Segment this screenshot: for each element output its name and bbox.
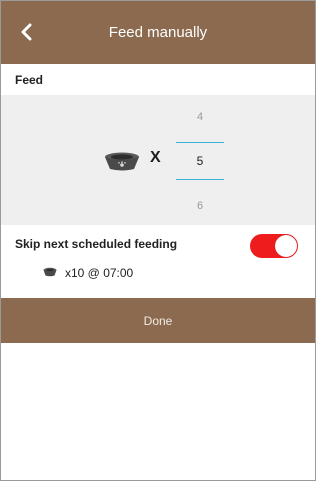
skip-feeding-row: Skip next scheduled feeding bbox=[1, 229, 315, 261]
app-screen: Feed manually Feed X 4 5 6 Skip next sch… bbox=[0, 0, 316, 481]
food-bowl-icon bbox=[43, 267, 57, 277]
chevron-left-icon bbox=[21, 23, 32, 41]
food-bowl-icon bbox=[105, 152, 139, 171]
feed-label: Feed bbox=[15, 72, 44, 87]
portion-option-above[interactable]: 4 bbox=[176, 111, 224, 123]
portion-picker-area: X 4 5 6 bbox=[1, 95, 315, 225]
portion-option-below[interactable]: 6 bbox=[176, 200, 224, 212]
done-button[interactable]: Done bbox=[1, 298, 315, 343]
skip-feeding-toggle[interactable] bbox=[250, 234, 298, 258]
multiply-sign: X bbox=[150, 149, 161, 166]
back-button[interactable] bbox=[15, 21, 37, 43]
skip-feeding-label: Skip next scheduled feeding bbox=[15, 237, 178, 251]
app-header: Feed manually bbox=[1, 1, 315, 64]
next-schedule-row: x10 @ 07:00 bbox=[1, 263, 315, 285]
picker-divider-top bbox=[176, 142, 224, 143]
picker-divider-bottom bbox=[176, 179, 224, 180]
page-title: Feed manually bbox=[108, 24, 208, 41]
feed-section-header: Feed bbox=[1, 64, 315, 95]
next-schedule-text: x10 @ 07:00 bbox=[65, 266, 134, 280]
toggle-knob bbox=[275, 235, 297, 257]
portion-selected-value[interactable]: 5 bbox=[176, 154, 224, 168]
done-button-label: Done bbox=[143, 313, 173, 328]
